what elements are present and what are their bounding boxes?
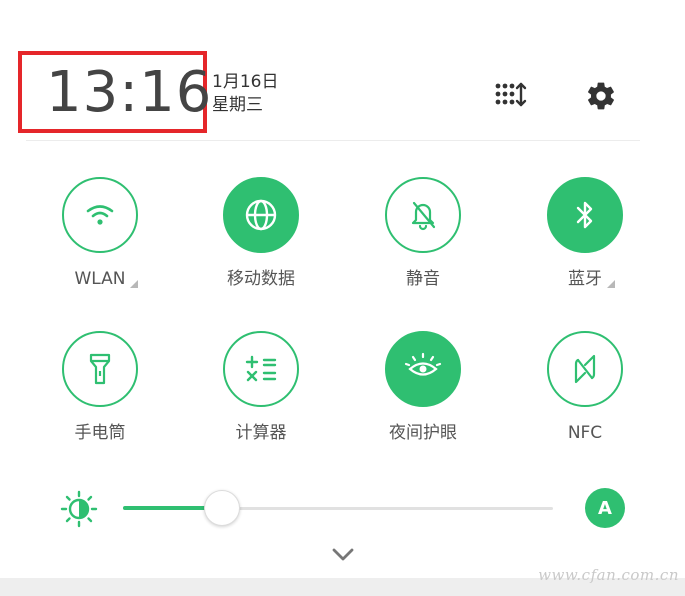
bluetooth-icon [576,201,593,229]
collapse-panel-button[interactable] [328,544,358,566]
header-divider [26,140,640,141]
tile-label: WLAN [74,269,126,289]
tile-wlan[interactable]: WLAN [40,177,160,290]
tile-silent-toggle[interactable] [385,177,461,253]
chevron-down-icon [332,548,354,561]
tile-label: 夜间护眼 [389,423,457,443]
tile-nfc-toggle[interactable] [547,331,623,407]
tile-label: 静音 [406,269,440,289]
tile-label: 计算器 [235,423,287,443]
settings-button[interactable] [580,76,622,116]
grid-reorder-icon [495,82,527,107]
bell-off-icon [411,201,436,231]
tile-label: 移动数据 [227,269,295,289]
tile-mobile-data[interactable]: 移动数据 [201,177,321,290]
tile-nfc[interactable]: NFC [525,331,645,444]
nfc-icon [574,354,596,384]
clock-time[interactable]: 13:16 [46,60,212,126]
tile-wlan-toggle[interactable] [62,177,138,253]
tile-night-mode-toggle[interactable] [385,331,461,407]
brightness-sun-icon [60,490,98,528]
tile-label: 蓝牙 [568,269,602,289]
tile-mobile-data-toggle[interactable] [223,177,299,253]
tile-bluetooth-toggle[interactable] [547,177,623,253]
tile-label: 手电筒 [74,423,126,443]
brightness-row: A [0,478,685,538]
date-text[interactable]: 1月16日 [212,72,278,93]
calculator-icon [245,355,277,382]
tile-bluetooth[interactable]: 蓝牙 [525,177,645,290]
tile-calculator[interactable]: 计算器 [201,331,321,444]
tile-label: NFC [567,423,603,443]
watermark-text: www.cfan.com.cn [538,566,679,584]
edit-tiles-button[interactable] [490,78,530,112]
quick-settings-header: 13:16 1月16日 星期三 [0,0,685,140]
tile-night-mode[interactable]: 夜间护眼 [363,331,483,444]
eye-icon [404,352,442,376]
brightness-slider-thumb[interactable] [203,490,240,526]
tile-flashlight-toggle[interactable] [62,331,138,407]
weekday-text: 星期三 [212,95,263,115]
auto-brightness-button[interactable]: A [585,488,625,528]
gear-icon [588,82,614,110]
tile-silent[interactable]: 静音 [363,177,483,290]
tile-calculator-toggle[interactable] [223,331,299,407]
tile-flashlight[interactable]: 手电筒 [40,331,160,444]
expand-caret-icon [607,280,615,288]
wifi-icon [86,205,114,225]
flashlight-icon [89,353,111,385]
expand-caret-icon [130,280,138,288]
globe-icon [245,199,277,231]
